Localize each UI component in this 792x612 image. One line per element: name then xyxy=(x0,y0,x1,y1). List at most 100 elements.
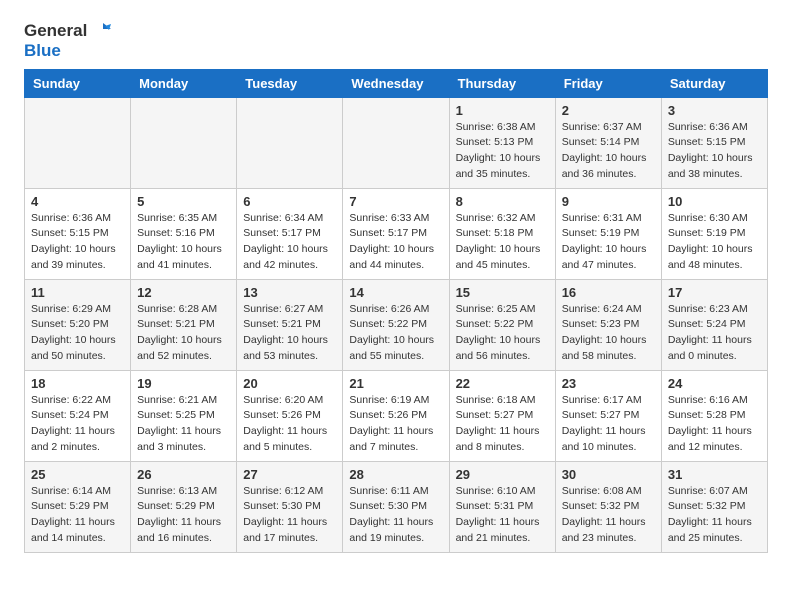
day-number: 11 xyxy=(31,285,124,300)
calendar-cell: 12 Sunrise: 6:28 AM Sunset: 5:21 PM Dayli… xyxy=(131,279,237,370)
day-number: 31 xyxy=(668,467,761,482)
calendar-cell: 6Sunrise: 6:34 AM Sunset: 5:17 PM Daylig… xyxy=(237,188,343,279)
day-number: 30 xyxy=(562,467,655,482)
week-row-3: 11Sunrise: 6:29 AM Sunset: 5:20 PM Dayli… xyxy=(25,279,768,370)
day-number: 16 xyxy=(562,285,655,300)
calendar-cell xyxy=(25,97,131,188)
day-info: Sunrise: 6:08 AM Sunset: 5:32 PM Dayligh… xyxy=(562,484,655,547)
day-number: 12 xyxy=(137,285,230,300)
calendar-cell: 31 Sunrise: 6:07 AM Sunset: 5:32 PM Dayli… xyxy=(661,461,767,552)
calendar-cell xyxy=(343,97,449,188)
calendar-cell: 16 Sunrise: 6:24 AM Sunset: 5:23 PM Dayli… xyxy=(555,279,661,370)
day-number: 1 xyxy=(456,103,549,118)
calendar-cell: 20 Sunrise: 6:20 AM Sunset: 5:26 PM Dayli… xyxy=(237,370,343,461)
day-number: 14 xyxy=(349,285,442,300)
day-info: Sunrise: 6:36 AM Sunset: 5:15 PM Dayligh… xyxy=(668,120,761,183)
day-number: 26 xyxy=(137,467,230,482)
day-info: Sunrise: 6:17 AM Sunset: 5:27 PM Dayligh… xyxy=(562,393,655,456)
calendar-cell: 14 Sunrise: 6:26 AM Sunset: 5:22 PM Dayli… xyxy=(343,279,449,370)
calendar-cell: 1 Sunrise: 6:38 AM Sunset: 5:13 PM Daylig… xyxy=(449,97,555,188)
day-info: Sunrise: 6:25 AM Sunset: 5:22 PM Dayligh… xyxy=(456,302,549,365)
calendar-cell: 22 Sunrise: 6:18 AM Sunset: 5:27 PM Dayli… xyxy=(449,370,555,461)
day-info: Sunrise: 6:16 AM Sunset: 5:28 PM Dayligh… xyxy=(668,393,761,456)
day-number: 5 xyxy=(137,194,230,209)
calendar-cell: 4 Sunrise: 6:36 AM Sunset: 5:15 PM Daylig… xyxy=(25,188,131,279)
day-info: Sunrise: 6:18 AM Sunset: 5:27 PM Dayligh… xyxy=(456,393,549,456)
day-number: 20 xyxy=(243,376,336,391)
calendar-cell: 8Sunrise: 6:32 AM Sunset: 5:18 PM Daylig… xyxy=(449,188,555,279)
day-number: 18 xyxy=(31,376,124,391)
weekday-friday: Friday xyxy=(555,69,661,97)
calendar-header: SundayMondayTuesdayWednesdayThursdayFrid… xyxy=(25,69,768,97)
calendar-cell: 27 Sunrise: 6:12 AM Sunset: 5:30 PM Dayli… xyxy=(237,461,343,552)
day-info: Sunrise: 6:28 AM Sunset: 5:21 PM Dayligh… xyxy=(137,302,230,365)
day-number: 7 xyxy=(349,194,442,209)
calendar-cell: 23 Sunrise: 6:17 AM Sunset: 5:27 PM Dayli… xyxy=(555,370,661,461)
calendar-cell xyxy=(131,97,237,188)
day-info: Sunrise: 6:20 AM Sunset: 5:26 PM Dayligh… xyxy=(243,393,336,456)
calendar-cell xyxy=(237,97,343,188)
day-info: Sunrise: 6:22 AM Sunset: 5:24 PM Dayligh… xyxy=(31,393,124,456)
day-number: 23 xyxy=(562,376,655,391)
weekday-tuesday: Tuesday xyxy=(237,69,343,97)
weekday-thursday: Thursday xyxy=(449,69,555,97)
calendar-cell: 29Sunrise: 6:10 AM Sunset: 5:31 PM Dayli… xyxy=(449,461,555,552)
calendar-body: 1 Sunrise: 6:38 AM Sunset: 5:13 PM Daylig… xyxy=(25,97,768,552)
day-info: Sunrise: 6:35 AM Sunset: 5:16 PM Dayligh… xyxy=(137,211,230,274)
day-info: Sunrise: 6:07 AM Sunset: 5:32 PM Dayligh… xyxy=(668,484,761,547)
day-number: 13 xyxy=(243,285,336,300)
day-info: Sunrise: 6:14 AM Sunset: 5:29 PM Dayligh… xyxy=(31,484,124,547)
day-number: 10 xyxy=(668,194,761,209)
day-info: Sunrise: 6:19 AM Sunset: 5:26 PM Dayligh… xyxy=(349,393,442,456)
day-number: 22 xyxy=(456,376,549,391)
calendar-cell: 9Sunrise: 6:31 AM Sunset: 5:19 PM Daylig… xyxy=(555,188,661,279)
day-info: Sunrise: 6:11 AM Sunset: 5:30 PM Dayligh… xyxy=(349,484,442,547)
logo: General Blue xyxy=(24,20,111,61)
day-number: 25 xyxy=(31,467,124,482)
calendar-cell: 13 Sunrise: 6:27 AM Sunset: 5:21 PM Dayli… xyxy=(237,279,343,370)
calendar-cell: 28 Sunrise: 6:11 AM Sunset: 5:30 PM Dayli… xyxy=(343,461,449,552)
week-row-5: 25 Sunrise: 6:14 AM Sunset: 5:29 PM Dayli… xyxy=(25,461,768,552)
week-row-4: 18 Sunrise: 6:22 AM Sunset: 5:24 PM Dayli… xyxy=(25,370,768,461)
day-info: Sunrise: 6:27 AM Sunset: 5:21 PM Dayligh… xyxy=(243,302,336,365)
day-info: Sunrise: 6:21 AM Sunset: 5:25 PM Dayligh… xyxy=(137,393,230,456)
calendar-cell: 17 Sunrise: 6:23 AM Sunset: 5:24 PM Dayli… xyxy=(661,279,767,370)
day-number: 17 xyxy=(668,285,761,300)
header: General Blue xyxy=(24,20,768,61)
day-number: 24 xyxy=(668,376,761,391)
calendar: SundayMondayTuesdayWednesdayThursdayFrid… xyxy=(24,69,768,553)
day-number: 19 xyxy=(137,376,230,391)
calendar-cell: 3Sunrise: 6:36 AM Sunset: 5:15 PM Daylig… xyxy=(661,97,767,188)
calendar-cell: 15Sunrise: 6:25 AM Sunset: 5:22 PM Dayli… xyxy=(449,279,555,370)
calendar-cell: 7Sunrise: 6:33 AM Sunset: 5:17 PM Daylig… xyxy=(343,188,449,279)
weekday-saturday: Saturday xyxy=(661,69,767,97)
calendar-cell: 2Sunrise: 6:37 AM Sunset: 5:14 PM Daylig… xyxy=(555,97,661,188)
day-number: 9 xyxy=(562,194,655,209)
weekday-row: SundayMondayTuesdayWednesdayThursdayFrid… xyxy=(25,69,768,97)
day-number: 27 xyxy=(243,467,336,482)
day-number: 21 xyxy=(349,376,442,391)
day-info: Sunrise: 6:38 AM Sunset: 5:13 PM Dayligh… xyxy=(456,120,549,183)
day-number: 2 xyxy=(562,103,655,118)
logo-bird-icon xyxy=(89,20,111,42)
day-info: Sunrise: 6:30 AM Sunset: 5:19 PM Dayligh… xyxy=(668,211,761,274)
day-number: 8 xyxy=(456,194,549,209)
weekday-monday: Monday xyxy=(131,69,237,97)
calendar-cell: 5 Sunrise: 6:35 AM Sunset: 5:16 PM Daylig… xyxy=(131,188,237,279)
day-info: Sunrise: 6:24 AM Sunset: 5:23 PM Dayligh… xyxy=(562,302,655,365)
day-info: Sunrise: 6:26 AM Sunset: 5:22 PM Dayligh… xyxy=(349,302,442,365)
calendar-cell: 25 Sunrise: 6:14 AM Sunset: 5:29 PM Dayli… xyxy=(25,461,131,552)
calendar-cell: 24 Sunrise: 6:16 AM Sunset: 5:28 PM Dayli… xyxy=(661,370,767,461)
day-info: Sunrise: 6:12 AM Sunset: 5:30 PM Dayligh… xyxy=(243,484,336,547)
calendar-cell: 26 Sunrise: 6:13 AM Sunset: 5:29 PM Dayli… xyxy=(131,461,237,552)
day-number: 28 xyxy=(349,467,442,482)
weekday-sunday: Sunday xyxy=(25,69,131,97)
day-number: 4 xyxy=(31,194,124,209)
weekday-wednesday: Wednesday xyxy=(343,69,449,97)
day-info: Sunrise: 6:23 AM Sunset: 5:24 PM Dayligh… xyxy=(668,302,761,365)
day-number: 6 xyxy=(243,194,336,209)
calendar-cell: 10 Sunrise: 6:30 AM Sunset: 5:19 PM Dayli… xyxy=(661,188,767,279)
day-info: Sunrise: 6:36 AM Sunset: 5:15 PM Dayligh… xyxy=(31,211,124,274)
week-row-2: 4 Sunrise: 6:36 AM Sunset: 5:15 PM Daylig… xyxy=(25,188,768,279)
day-info: Sunrise: 6:13 AM Sunset: 5:29 PM Dayligh… xyxy=(137,484,230,547)
